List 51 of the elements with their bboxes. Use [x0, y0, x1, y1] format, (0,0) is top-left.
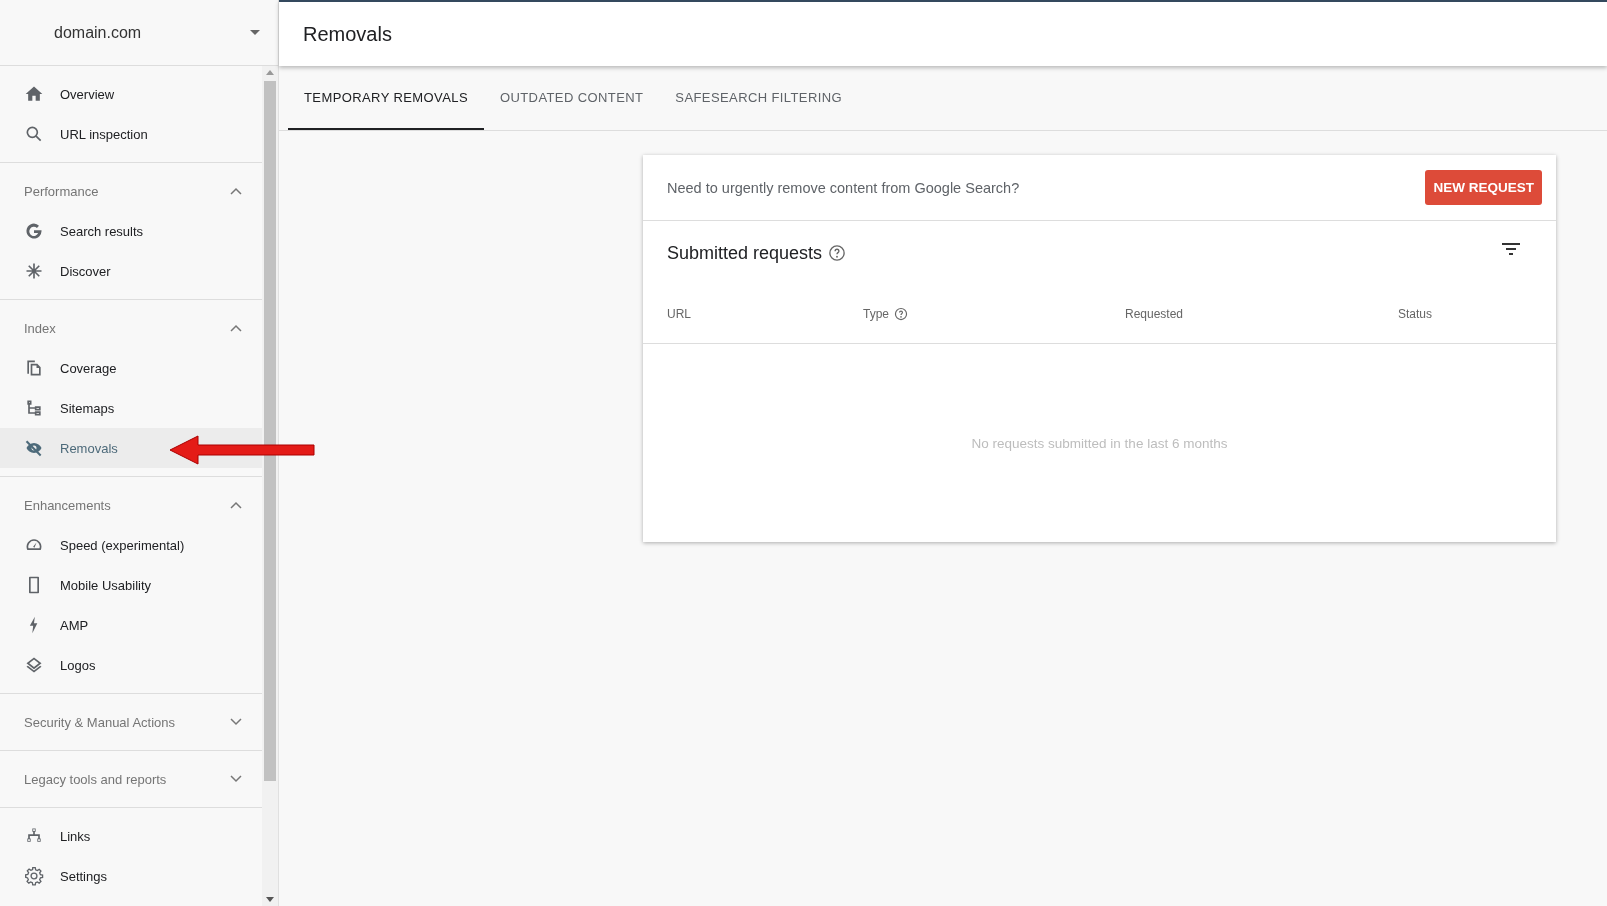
dropdown-caret-icon — [250, 30, 260, 35]
section-header[interactable]: Security & Manual Actions — [0, 702, 262, 742]
section-header[interactable]: Performance — [0, 171, 262, 211]
empty-message: No requests submitted in the last 6 months — [971, 435, 1228, 451]
nav-item[interactable]: Logos — [0, 645, 262, 685]
tab[interactable]: TEMPORARY REMOVALS — [288, 67, 484, 130]
filter-icon[interactable] — [1502, 243, 1520, 255]
nav-item[interactable]: Discover — [0, 251, 262, 291]
nav-item[interactable]: Settings — [0, 856, 262, 896]
section-header[interactable]: Enhancements — [0, 485, 262, 525]
new-request-button[interactable]: NEW REQUEST — [1425, 170, 1542, 205]
nav-item[interactable]: Links — [0, 816, 262, 856]
section-header[interactable]: Legacy tools and reports — [0, 759, 262, 799]
column-header: Status — [1398, 307, 1433, 321]
scrollbar-thumb[interactable] — [264, 81, 276, 781]
page-title: Removals — [303, 22, 392, 46]
nav-item[interactable]: Overview — [0, 74, 262, 114]
chevron-icon — [230, 187, 242, 195]
home-icon — [24, 84, 44, 104]
tab[interactable]: SAFESEARCH FILTERING — [659, 67, 859, 130]
help-icon[interactable] — [894, 307, 908, 321]
sitemap-icon — [24, 398, 44, 418]
property-selector[interactable]: domain.com — [0, 0, 278, 66]
scrollbar[interactable] — [262, 66, 278, 906]
help-icon[interactable] — [828, 244, 847, 262]
pages-icon — [24, 358, 44, 378]
g-letter-icon — [24, 221, 44, 241]
chevron-icon — [230, 324, 242, 332]
nav-item[interactable]: Search results — [0, 211, 262, 251]
card-title: Submitted requests — [667, 242, 823, 264]
column-header: URL — [667, 307, 691, 321]
section-header[interactable]: Index — [0, 308, 262, 348]
tab[interactable]: OUTDATED CONTENT — [483, 67, 660, 130]
search-icon — [24, 124, 44, 144]
settings-icon — [24, 866, 44, 886]
column-header: Requested — [1125, 307, 1184, 321]
nav-item[interactable]: Mobile Usability — [0, 565, 262, 605]
nav-item[interactable]: AMP — [0, 605, 262, 645]
nav-item[interactable]: Coverage — [0, 348, 262, 388]
layers-icon — [24, 655, 44, 675]
nav-item[interactable]: URL inspection — [0, 114, 262, 154]
prompt-text: Need to urgently remove content from Google Search? — [667, 179, 1020, 196]
nav-item[interactable]: Speed (experimental) — [0, 525, 262, 565]
chevron-icon — [230, 501, 242, 509]
chevron-icon — [230, 718, 242, 726]
column-header: Type — [863, 307, 889, 321]
scroll-down-icon[interactable] — [266, 897, 274, 902]
nav-item[interactable]: Sitemaps — [0, 388, 262, 428]
crossed-eye-icon — [24, 438, 44, 458]
asterisk-icon — [24, 261, 44, 281]
chevron-icon — [230, 775, 242, 783]
